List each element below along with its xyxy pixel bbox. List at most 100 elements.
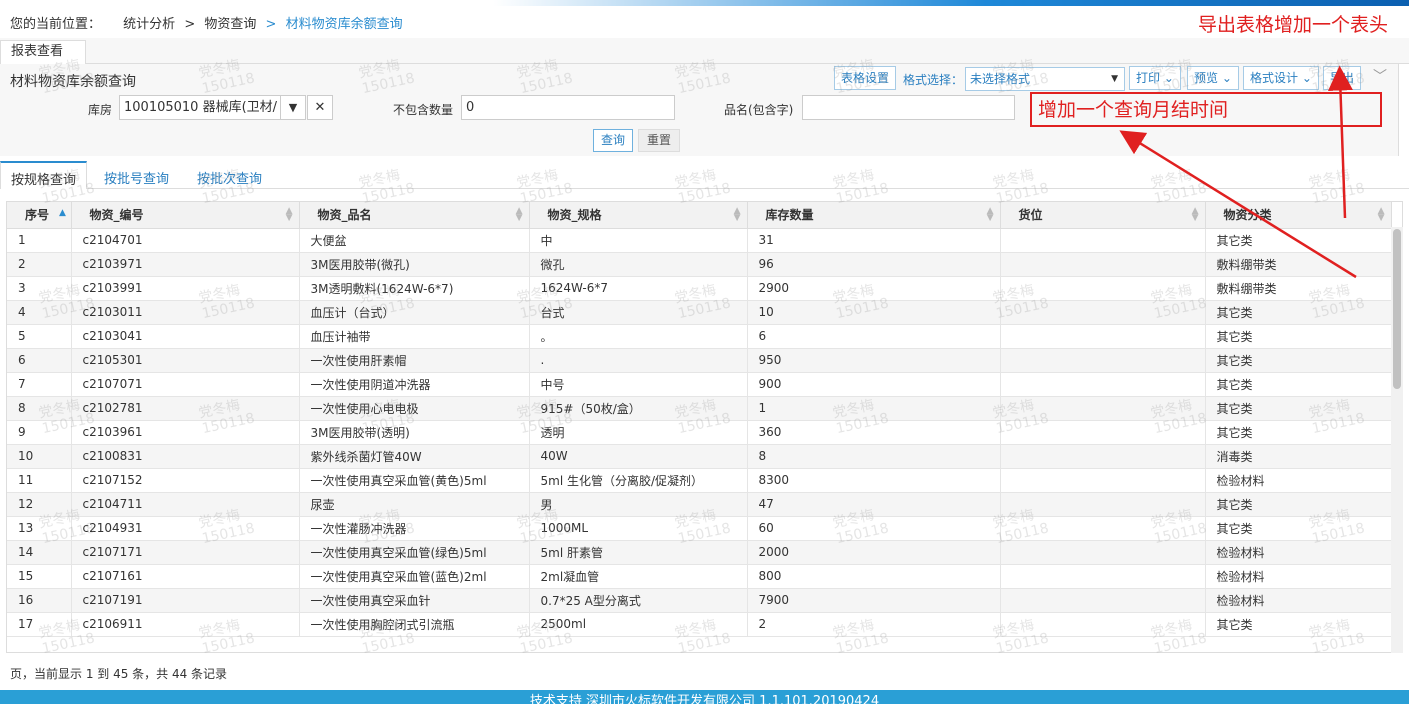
header-qty[interactable]: 库存数量 ▲ ▼ bbox=[747, 202, 1001, 229]
warehouse-dropdown-icon[interactable]: ▼ bbox=[280, 95, 306, 120]
table-cell: 尿壶 bbox=[299, 492, 530, 517]
warehouse-label: 库房 bbox=[88, 103, 113, 117]
collapse-chevron-icon[interactable]: ﹀ bbox=[1373, 66, 1387, 86]
table-cell: 2 bbox=[7, 252, 72, 277]
header-qty-label: 库存数量 bbox=[765, 208, 814, 223]
tab-report-view[interactable]: 报表查看 bbox=[0, 40, 86, 65]
table-cell: 1000ML bbox=[529, 516, 748, 541]
table-row[interactable]: 2 c2103971 3M医用胶带(微孔) 微孔 96 敷料绷带类 bbox=[7, 252, 1392, 277]
header-seq[interactable]: 序号 ▲ bbox=[7, 202, 72, 229]
table-cell bbox=[1000, 300, 1206, 325]
sort-icon: ▲ ▼ bbox=[515, 206, 523, 223]
table-settings-button[interactable]: 表格设置 bbox=[834, 66, 897, 90]
header-category[interactable]: 物资分类 ▲ ▼ bbox=[1205, 202, 1392, 229]
table-cell: 7 bbox=[7, 372, 72, 397]
export-button[interactable]: 导出 bbox=[1323, 66, 1362, 90]
product-name-input[interactable] bbox=[802, 95, 1015, 120]
table-cell: 2900 bbox=[747, 276, 1001, 301]
warehouse-combo-input[interactable]: 100105010 器械库(卫材/ bbox=[119, 95, 281, 120]
table-cell bbox=[1000, 588, 1206, 613]
breadcrumb-item-current[interactable]: 材料物资库余额查询 bbox=[286, 17, 403, 32]
header-code-label: 物资_编号 bbox=[89, 208, 144, 223]
scrollbar-thumb[interactable] bbox=[1393, 229, 1401, 389]
table-cell: 其它类 bbox=[1205, 612, 1392, 637]
header-code[interactable]: 物资_编号 ▲ ▼ bbox=[71, 202, 300, 229]
query-button[interactable]: 查询 bbox=[593, 129, 633, 152]
table-cell bbox=[1000, 348, 1206, 373]
table-row[interactable]: 7 c2107071 一次性使用阴道冲洗器 中号 900 其它类 bbox=[7, 372, 1392, 397]
header-location-label: 货位 bbox=[1018, 208, 1043, 223]
sort-icon: ▲ ▼ bbox=[733, 206, 741, 223]
table-cell: 2000 bbox=[747, 540, 1001, 565]
table-cell: 一次性使用肝素帽 bbox=[299, 348, 530, 373]
table-row[interactable]: 14 c2107171 一次性使用真空采血管(绿色)5ml 5ml 肝素管 2000 检验… bbox=[7, 540, 1392, 565]
table-row[interactable]: 5 c2103041 血压计袖带。 6 其它类 bbox=[7, 324, 1392, 349]
clear-icon[interactable]: ✕ bbox=[307, 95, 333, 120]
table-cell: 检验材料 bbox=[1205, 540, 1392, 565]
chevron-down-icon: ⌄ bbox=[1298, 71, 1312, 85]
table-row[interactable]: 11 c2107152 一次性使用真空采血管(黄色)5ml 5ml 生化管（分离胶/促… bbox=[7, 468, 1392, 493]
exclude-qty-label: 不包含数量 bbox=[393, 103, 454, 117]
breadcrumb: 您的当前位置： 统计分析 > 物资查询 > 材料物资库余额查询 bbox=[10, 13, 403, 32]
table-cell: 15 bbox=[7, 564, 72, 589]
format-select-label: 格式选择： bbox=[903, 73, 964, 87]
table-cell bbox=[1000, 252, 1206, 277]
table-row[interactable]: 1 c2104701 大便盆中 31 其它类 bbox=[7, 228, 1392, 253]
print-button[interactable]: 打印 ⌄ bbox=[1129, 66, 1181, 90]
breadcrumb-item-stats[interactable]: 统计分析 bbox=[123, 17, 175, 32]
table-cell bbox=[1000, 564, 1206, 589]
table-cell: 检验材料 bbox=[1205, 588, 1392, 613]
table-cell: . bbox=[529, 348, 748, 373]
table-row[interactable]: 17 c2106911 一次性使用胸腔闭式引流瓶 2500ml 2 其它类 bbox=[7, 612, 1392, 637]
table-cell: c2104711 bbox=[71, 492, 300, 517]
header-spec[interactable]: 物资_规格 ▲ ▼ bbox=[529, 202, 748, 229]
table-cell: 大便盆 bbox=[299, 228, 530, 253]
table-cell: c2103961 bbox=[71, 420, 300, 445]
table-cell: 血压计袖带 bbox=[299, 324, 530, 349]
table-row[interactable]: 8 c2102781 一次性使用心电电极 915#（50枚/盒） 1 其它类 bbox=[7, 396, 1392, 421]
table-cell: 7900 bbox=[747, 588, 1001, 613]
table-row[interactable]: 16 c2107191 一次性使用真空采血针 0.7*25 A型分离式 7900 检验材料 bbox=[7, 588, 1392, 613]
table-cell: 2ml凝血管 bbox=[529, 564, 748, 589]
annotation-query-month: 增加一个查询月结时间 bbox=[1038, 99, 1229, 121]
vertical-scrollbar[interactable] bbox=[1391, 227, 1403, 653]
table-row[interactable]: 6 c2105301 一次性使用肝素帽. 950 其它类 bbox=[7, 348, 1392, 373]
tab-by-spec[interactable]: 按规格查询 bbox=[0, 161, 88, 189]
format-design-button[interactable]: 格式设计 ⌄ bbox=[1243, 66, 1319, 90]
table-cell: 8 bbox=[747, 444, 1001, 469]
table-cell: 96 bbox=[747, 252, 1001, 277]
table-row[interactable]: 3 c2103991 3M透明敷料(1624W-6*7) 1624W-6*7 2900 敷… bbox=[7, 276, 1392, 301]
table-cell: 一次性使用真空采血管(绿色)5ml bbox=[299, 540, 530, 565]
table-cell: c2103991 bbox=[71, 276, 300, 301]
table-cell: 血压计（台式） bbox=[299, 300, 530, 325]
table-cell: 一次性使用真空采血针 bbox=[299, 588, 530, 613]
sort-icon: ▲ ▼ bbox=[1377, 206, 1385, 223]
table-row[interactable]: 4 c2103011 血压计（台式） 台式 10 其它类 bbox=[7, 300, 1392, 325]
reset-button[interactable]: 重置 bbox=[638, 129, 680, 152]
table-cell: 2 bbox=[747, 612, 1001, 637]
table-row[interactable]: 9 c2103961 3M医用胶带(透明) 透明 360 其它类 bbox=[7, 420, 1392, 445]
preview-button[interactable]: 预览 ⌄ bbox=[1187, 66, 1239, 90]
table-row[interactable]: 13 c2104931 一次性灌肠冲洗器 1000ML 60 其它类 bbox=[7, 516, 1392, 541]
table-row[interactable]: 15 c2107161 一次性使用真空采血管(蓝色)2ml 2ml凝血管 800 检验材料 bbox=[7, 564, 1392, 589]
table-cell: 其它类 bbox=[1205, 420, 1392, 445]
table-cell: 4 bbox=[7, 300, 72, 325]
table-cell bbox=[1000, 444, 1206, 469]
header-name[interactable]: 物资_品名 ▲ ▼ bbox=[299, 202, 530, 229]
table-cell: 2500ml bbox=[529, 612, 748, 637]
table-row[interactable]: 12 c2104711 尿壶男 47 其它类 bbox=[7, 492, 1392, 517]
format-design-button-label: 格式设计 bbox=[1250, 71, 1299, 85]
tab-by-batch-number[interactable]: 按批号查询 bbox=[104, 168, 169, 187]
inventory-table: 序号 ▲ 物资_编号 ▲ ▼ 物资_品名 ▲ ▼ 物资_规格 ▲ ▼ 库存数量 ▲ ▼ 货位 ▲ ▼ … bbox=[7, 202, 1392, 637]
table-cell: c2104701 bbox=[71, 228, 300, 253]
header-location[interactable]: 货位 ▲ ▼ bbox=[1000, 202, 1206, 229]
table-cell: 一次性使用阴道冲洗器 bbox=[299, 372, 530, 397]
format-select[interactable]: 未选择格式 ▼ bbox=[965, 67, 1125, 91]
table-cell bbox=[1000, 276, 1206, 301]
breadcrumb-item-material-query[interactable]: 物资查询 bbox=[204, 17, 256, 32]
table-cell: 3M透明敷料(1624W-6*7) bbox=[299, 276, 530, 301]
tab-by-batch[interactable]: 按批次查询 bbox=[197, 168, 262, 187]
exclude-qty-input[interactable]: 0 bbox=[461, 95, 675, 120]
table-cell: c2100831 bbox=[71, 444, 300, 469]
table-row[interactable]: 10 c2100831 紫外线杀菌灯管40W 40W 8 消毒类 bbox=[7, 444, 1392, 469]
